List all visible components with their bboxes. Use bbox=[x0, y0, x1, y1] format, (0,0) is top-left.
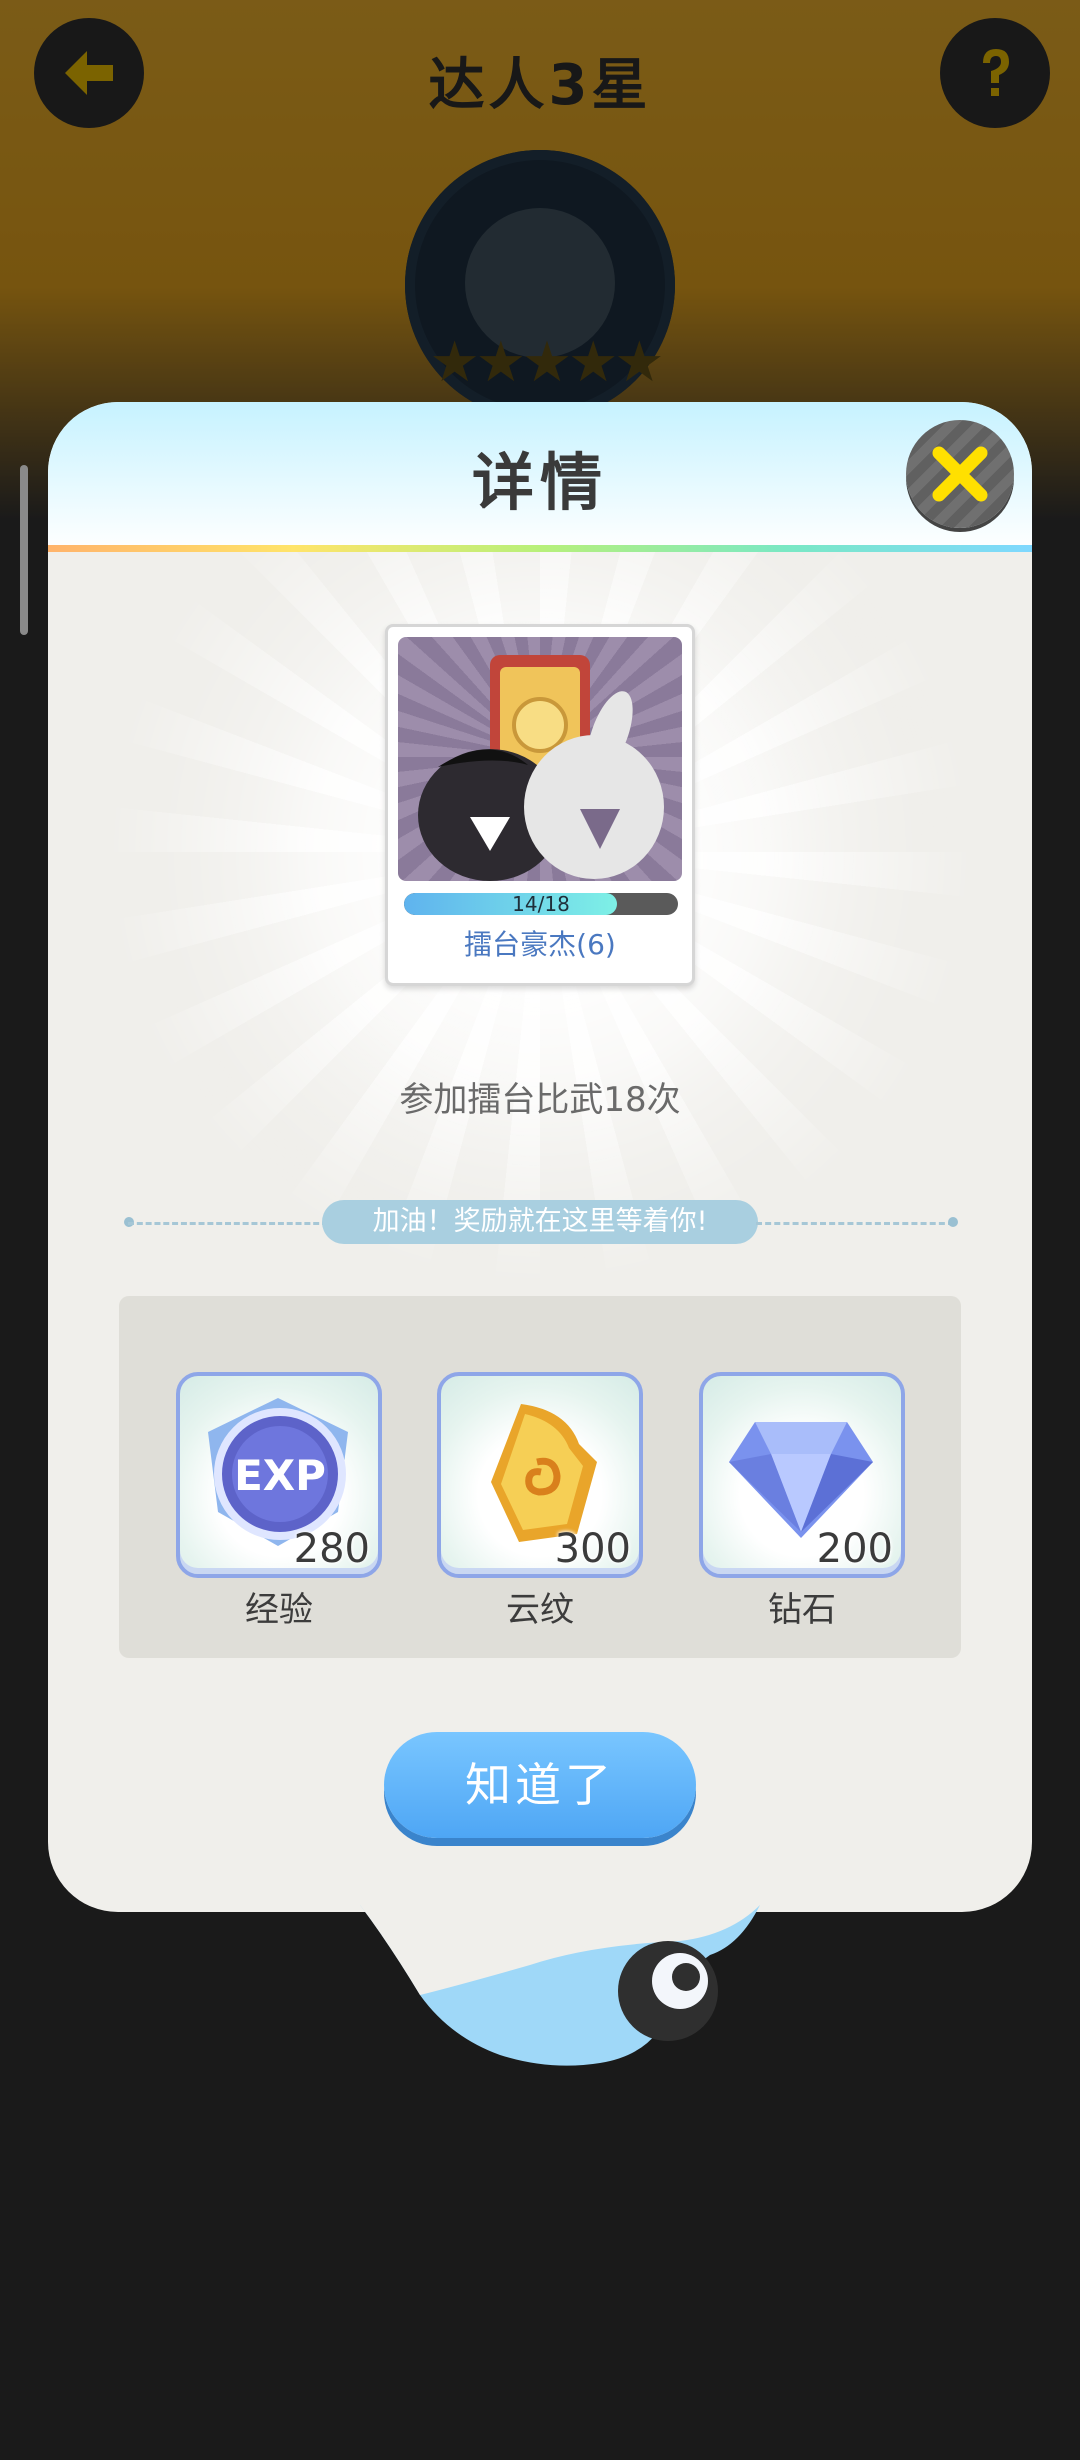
reward-label: 经验 bbox=[245, 1590, 313, 1630]
reward-box: 200 bbox=[699, 1372, 905, 1578]
reward-box: EXP 280 bbox=[176, 1372, 382, 1578]
scrollbar[interactable] bbox=[20, 465, 28, 635]
reward-box: 300 bbox=[437, 1372, 643, 1578]
close-button[interactable] bbox=[906, 420, 1014, 528]
reward-item-exp[interactable]: EXP 280 经验 bbox=[176, 1372, 382, 1631]
divider-line-right bbox=[756, 1222, 954, 1225]
achievement-card: 14/18 擂台豪杰(6) bbox=[385, 624, 695, 986]
got-it-button[interactable]: 知道了 bbox=[384, 1732, 696, 1838]
svg-text:EXP: EXP bbox=[234, 1451, 326, 1500]
reward-panel: EXP 280 经验 300 云纹 200 钻石 bbox=[119, 1296, 961, 1658]
achievement-description: 参加擂台比武18次 bbox=[399, 1080, 681, 1120]
reward-item-cloud[interactable]: 300 云纹 bbox=[437, 1372, 643, 1631]
reward-quantity: 300 bbox=[554, 1526, 631, 1572]
divider-line-left bbox=[128, 1222, 328, 1225]
reward-label: 云纹 bbox=[506, 1590, 574, 1630]
achievement-art bbox=[398, 637, 682, 881]
rainbow-divider bbox=[48, 545, 1032, 552]
modal-swirl-tail-decoration bbox=[360, 1905, 760, 2066]
reward-label: 钻石 bbox=[768, 1590, 836, 1630]
modal-title: 详情 bbox=[471, 446, 608, 519]
progress-text: 14/18 bbox=[512, 893, 570, 915]
close-x-icon bbox=[932, 446, 988, 502]
cheer-banner: 加油！奖励就在这里等着你! bbox=[322, 1200, 758, 1244]
reward-quantity: 280 bbox=[293, 1526, 370, 1572]
achievement-name: 擂台豪杰(6) bbox=[464, 928, 616, 961]
details-modal: 详情 14/18 擂台豪杰(6) 参加擂台比武18次 加油！奖励就在这里等着你!… bbox=[48, 402, 1032, 1912]
achievement-progress-bar: 14/18 bbox=[404, 893, 678, 915]
divider-dot bbox=[948, 1217, 958, 1227]
reward-item-diamond[interactable]: 200 钻石 bbox=[699, 1372, 905, 1631]
reward-quantity: 200 bbox=[816, 1526, 893, 1572]
